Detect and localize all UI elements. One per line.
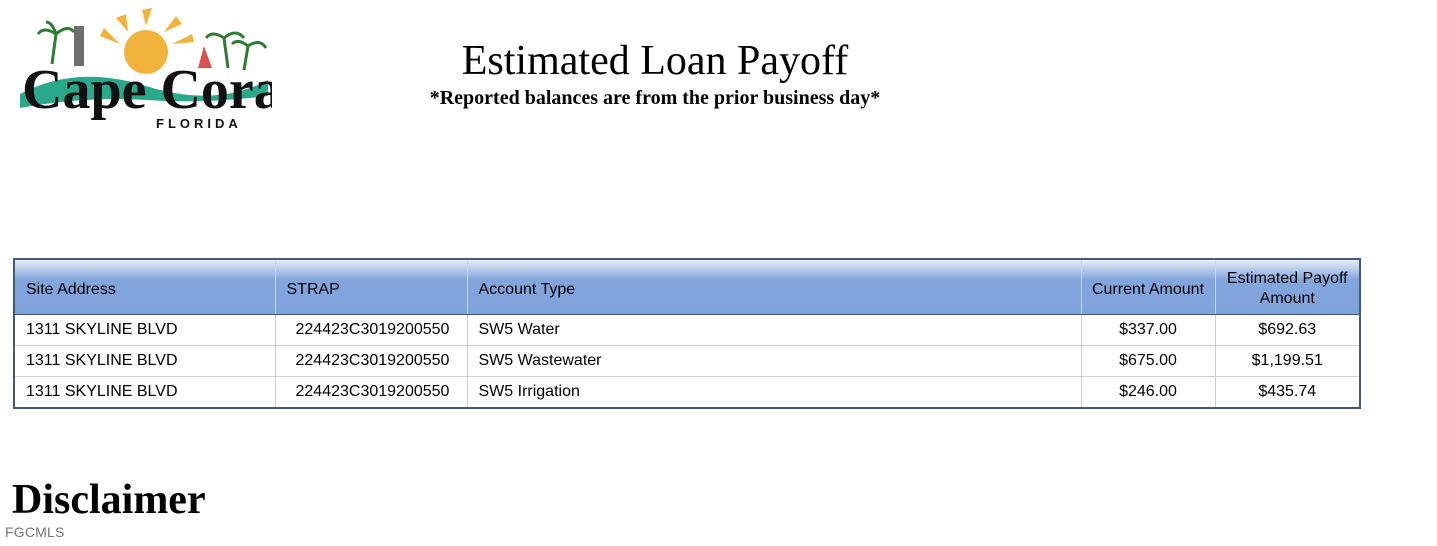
cell-strap: 224423C3019200550 xyxy=(275,314,468,346)
svg-text:Cape Coral: Cape Coral xyxy=(22,59,272,121)
cell-account-type: SW5 Irrigation xyxy=(467,376,1082,407)
cell-estimated-payoff: $1,199.51 xyxy=(1215,345,1359,377)
disclaimer-heading: Disclaimer xyxy=(12,477,206,523)
cell-strap: 224423C3019200550 xyxy=(275,376,468,407)
cape-coral-logo: Cape Coral FLORIDA xyxy=(16,4,272,132)
cell-estimated-payoff: $692.63 xyxy=(1215,314,1359,346)
svg-text:FLORIDA: FLORIDA xyxy=(156,116,242,131)
column-header-site-address: Site Address xyxy=(15,260,276,315)
column-header-current-amount: Current Amount xyxy=(1081,260,1216,315)
cell-site-address: 1311 SKYLINE BLVD xyxy=(15,314,276,346)
column-header-estimated-payoff: Estimated Payoff Amount xyxy=(1215,260,1359,315)
watermark-text: FGCMLS xyxy=(5,524,65,540)
column-header-account-type: Account Type xyxy=(467,260,1082,315)
cell-account-type: SW5 Wastewater xyxy=(467,345,1082,377)
cell-account-type: SW5 Water xyxy=(467,314,1082,346)
cell-site-address: 1311 SKYLINE BLVD xyxy=(15,345,276,377)
cell-site-address: 1311 SKYLINE BLVD xyxy=(15,376,276,407)
cell-current-amount: $337.00 xyxy=(1081,314,1216,346)
cell-estimated-payoff: $435.74 xyxy=(1258,383,1317,400)
table-row: 1311 SKYLINE BLVD 224423C3019200550 SW5 … xyxy=(15,314,1359,346)
page-subtitle: *Reported balances are from the prior bu… xyxy=(429,87,881,109)
palm-tree-icon xyxy=(36,20,76,65)
cell-current-amount: $675.00 xyxy=(1081,345,1216,377)
column-header-strap: STRAP xyxy=(275,260,468,315)
page-title: Estimated Loan Payoff xyxy=(461,38,849,84)
table-row: 1311 SKYLINE BLVD 224423C3019200550 SW5 … xyxy=(15,345,1359,377)
table-header-row: Site Address STRAP Account Type Current … xyxy=(15,260,1359,315)
table-row: 1311 SKYLINE BLVD 224423C3019200550 SW5 … xyxy=(15,376,1359,407)
loan-payoff-table: Site Address STRAP Account Type Current … xyxy=(13,258,1361,409)
cell-strap: 224423C3019200550 xyxy=(275,345,468,377)
cell-current-amount: $246.00 xyxy=(1081,376,1216,407)
